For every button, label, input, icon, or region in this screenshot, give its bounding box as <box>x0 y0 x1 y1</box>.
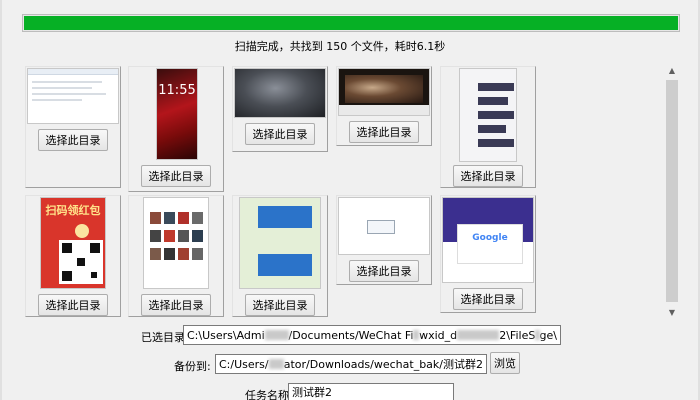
select-directory-button[interactable]: 选择此目录 <box>141 294 211 316</box>
task-name-input[interactable]: 测试群2 <box>288 383 454 400</box>
thumbnail-image[interactable] <box>338 68 430 116</box>
thumbnail-clock-text: 11:55 <box>158 83 196 98</box>
selected-dir-text: 2\FileS <box>499 328 536 342</box>
task-name-label: 任务名称: <box>245 389 293 400</box>
select-directory-button[interactable]: 选择此目录 <box>141 165 211 187</box>
thumbnail-cell: 选择此目录 <box>232 66 328 152</box>
select-directory-button[interactable]: 选择此目录 <box>38 129 108 151</box>
scroll-down-icon[interactable]: ▼ <box>664 304 680 320</box>
google-logo-text: Google <box>472 233 508 243</box>
thumbnail-image[interactable] <box>239 197 321 289</box>
select-directory-button[interactable]: 选择此目录 <box>453 165 523 187</box>
scan-progress-bar <box>22 14 680 32</box>
select-directory-button[interactable]: 选择此目录 <box>349 260 419 282</box>
thumbnail-cell: 选择此目录 <box>440 66 536 188</box>
backup-path-text: C:/Users/ <box>219 357 269 371</box>
redacted-text <box>268 359 284 369</box>
browse-button[interactable]: 浏览 <box>490 352 520 374</box>
thumbnail-cell: 扫码领红包 选择此目录 <box>25 195 121 317</box>
backup-path-text: ator/Downloads/wechat_bak/测试群2 <box>283 358 483 371</box>
select-directory-button[interactable]: 选择此目录 <box>245 123 315 145</box>
scroll-up-icon[interactable]: ▲ <box>664 62 680 78</box>
scan-progress-fill <box>24 16 678 30</box>
selected-dir-text: /Documents/WeChat Fi <box>288 328 414 342</box>
redacted-text <box>457 330 500 340</box>
thumbnail-grid: 选择此目录 11:55 选择此目录 选择此目录 选择此目录 选择此目录 扫码领红… <box>0 60 660 320</box>
selected-dir-field[interactable]: C:\Users\Admi /Documents/WeChat Fi wxid_… <box>183 325 561 345</box>
thumbnail-image[interactable] <box>143 197 209 289</box>
backup-to-label: 备份到: <box>174 360 211 373</box>
backup-path-input[interactable]: C:/Users/ ator/Downloads/wechat_bak/测试群2 <box>215 354 487 374</box>
selected-dir-text: ge\ <box>539 328 557 342</box>
thumbnail-cell: 选择此目录 <box>336 66 432 146</box>
scroll-thumb[interactable] <box>666 80 678 302</box>
thumbnail-cell: 11:55 选择此目录 <box>128 66 224 192</box>
task-name-text: 测试群2 <box>292 386 332 399</box>
thumbnail-cell: Google 选择此目录 <box>440 195 536 313</box>
thumbnail-image[interactable] <box>27 68 119 124</box>
thumbnail-image[interactable]: 扫码领红包 <box>40 197 106 289</box>
thumbnail-image[interactable]: Google <box>442 197 534 283</box>
thumbnail-image[interactable] <box>234 68 326 118</box>
thumbnail-scrollbar[interactable]: ▲ ▼ <box>664 60 680 322</box>
select-directory-button[interactable]: 选择此目录 <box>349 121 419 143</box>
poster-title: 扫码领红包 <box>45 204 101 217</box>
redacted-text <box>413 330 420 340</box>
redacted-text <box>264 330 289 340</box>
select-directory-button[interactable]: 选择此目录 <box>245 294 315 316</box>
thumbnail-cell: 选择此目录 <box>336 195 432 285</box>
thumbnail-image[interactable] <box>338 197 430 255</box>
selected-dir-text: wxid_d <box>419 328 458 342</box>
select-directory-button[interactable]: 选择此目录 <box>38 294 108 316</box>
selected-dir-label: 已选目录: <box>141 331 189 344</box>
selected-dir-text: C:\Users\Admi <box>187 328 265 342</box>
thumbnail-cell: 选择此目录 <box>232 195 328 317</box>
thumbnail-cell: 选择此目录 <box>25 66 121 188</box>
thumbnail-image[interactable] <box>459 68 517 162</box>
main-window: 扫描完成，共找到 150 个文件，耗时6.1秒 选择此目录 11:55 选择此目… <box>0 0 700 400</box>
thumbnail-cell: 选择此目录 <box>128 195 224 317</box>
scan-status-text: 扫描完成，共找到 150 个文件，耗时6.1秒 <box>234 40 446 53</box>
thumbnail-image[interactable]: 11:55 <box>156 68 198 160</box>
select-directory-button[interactable]: 选择此目录 <box>453 288 523 310</box>
redacted-text <box>535 330 540 340</box>
